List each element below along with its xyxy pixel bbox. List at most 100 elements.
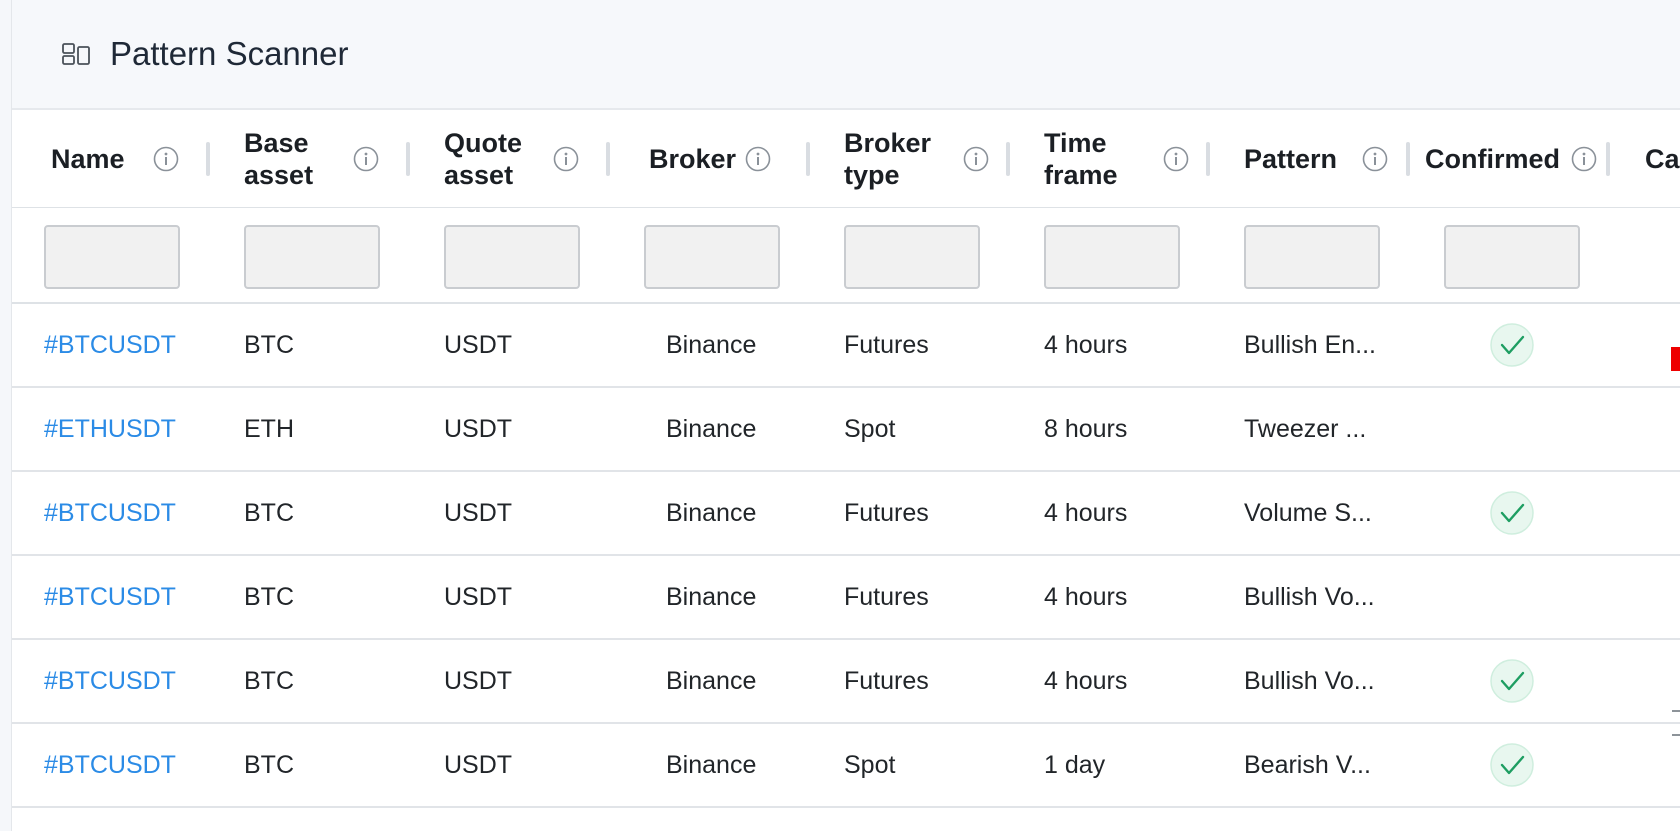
info-circle-icon[interactable] (1362, 146, 1388, 172)
column-header-quote-asset[interactable]: Quote asset (444, 110, 544, 208)
cell-broker: Binance (666, 499, 757, 527)
column-header-broker[interactable]: Broker (649, 110, 749, 208)
column-header-label: Confirmed (1425, 144, 1560, 174)
column-resize-handle[interactable] (606, 142, 610, 176)
edge-tick (1672, 734, 1680, 736)
column-header-label: Time frame (1044, 128, 1118, 190)
cell-quote-asset: USDT (444, 667, 513, 695)
column-header-broker-type[interactable]: Broker type (844, 110, 944, 208)
table-row[interactable]: #BTCUSDT BTC USDT Binance Futures 4 hours Bull… (12, 640, 1680, 724)
cell-name[interactable]: #BTCUSDT (44, 304, 176, 386)
filter-input-time-frame[interactable] (1044, 225, 1180, 289)
cell-broker-type: Futures (844, 667, 929, 695)
column-resize-handle[interactable] (1406, 142, 1410, 176)
column-header-time-frame[interactable]: Time frame (1044, 110, 1144, 208)
cell-broker-type: Futures (844, 499, 929, 527)
cell-time-frame: 4 hours (1044, 499, 1128, 527)
cell-name[interactable]: #BTCUSDT (44, 472, 176, 554)
column-resize-handle[interactable] (406, 142, 410, 176)
cell-name[interactable]: #BTCUSDT (44, 640, 176, 722)
filter-input-quote-asset[interactable] (444, 225, 580, 289)
layout-grid-icon (62, 43, 90, 65)
cell-pattern: Volume S... (1244, 499, 1372, 527)
filter-input-pattern[interactable] (1244, 225, 1380, 289)
cell-base-asset: BTC (244, 583, 294, 611)
page-left-strip (0, 0, 12, 831)
table-row[interactable]: #BTCUSDT BTC USDT Binance Futures 4 hours Bull… (12, 556, 1680, 640)
column-header-label: Broker type (844, 128, 932, 190)
column-header-label: Broker (649, 144, 737, 174)
column-header-base-asset[interactable]: Base asset (244, 110, 344, 208)
cell-broker-type: Spot (844, 415, 896, 443)
table-row[interactable]: #ETHUSDT ETH USDT Binance Spot 8 hours Tweezer… (12, 388, 1680, 472)
cell-broker: Binance (666, 415, 757, 443)
cell-quote-asset: USDT (444, 499, 513, 527)
info-circle-icon[interactable] (1163, 146, 1189, 172)
pattern-scanner-panel: Pattern Scanner Name Base asset Quote as… (12, 0, 1680, 831)
edge-indicator (1671, 347, 1680, 371)
check-badge-icon (1490, 659, 1534, 703)
cell-pattern: Bullish Vo... (1244, 667, 1375, 695)
cell-broker: Binance (666, 583, 757, 611)
filter-input-broker-type[interactable] (844, 225, 980, 289)
cell-time-frame: 1 day (1044, 751, 1106, 779)
cell-time-frame: 8 hours (1044, 415, 1128, 443)
column-resize-handle[interactable] (1206, 142, 1210, 176)
column-resize-handle[interactable] (806, 142, 810, 176)
column-header-label: Ca (1645, 144, 1680, 174)
column-resize-handle[interactable] (206, 142, 210, 176)
cell-name[interactable]: #BTCUSDT (44, 724, 176, 806)
cell-time-frame: 4 hours (1044, 583, 1128, 611)
filter-input-base-asset[interactable] (244, 225, 380, 289)
info-circle-icon[interactable] (1571, 146, 1597, 172)
cell-quote-asset: USDT (444, 751, 513, 779)
cell-time-frame: 4 hours (1044, 331, 1128, 359)
cell-quote-asset: USDT (444, 331, 513, 359)
cell-broker: Binance (666, 751, 757, 779)
column-header-label: Quote asset (444, 128, 522, 190)
info-circle-icon[interactable] (963, 146, 989, 172)
cell-quote-asset: USDT (444, 415, 513, 443)
check-badge-icon (1490, 323, 1534, 367)
cell-name[interactable]: #ETHUSDT (44, 388, 176, 470)
cell-base-asset: BTC (244, 499, 294, 527)
filter-input-broker[interactable] (644, 225, 780, 289)
cell-broker-type: Spot (844, 751, 896, 779)
cell-name[interactable]: #BTCUSDT (44, 556, 176, 638)
cell-broker-type: Futures (844, 331, 929, 359)
table-row[interactable]: #BTCUSDT BTC USDT Binance Spot 1 day Bearish V… (12, 724, 1680, 808)
cell-quote-asset: USDT (444, 583, 513, 611)
column-header-label: Name (51, 144, 125, 174)
column-header-label: Pattern (1244, 144, 1338, 174)
cell-base-asset: BTC (244, 751, 294, 779)
cell-base-asset: BTC (244, 331, 294, 359)
panel-header: Pattern Scanner (12, 0, 1680, 110)
filter-row (12, 208, 1680, 304)
filter-input-confirmed[interactable] (1444, 225, 1580, 289)
column-header-pattern[interactable]: Pattern (1244, 110, 1344, 208)
cell-broker: Binance (666, 331, 757, 359)
table-row[interactable]: #BTCUSDT BTC USDT Binance Futures 4 hours Volu… (12, 472, 1680, 556)
cell-base-asset: BTC (244, 667, 294, 695)
info-circle-icon[interactable] (553, 146, 579, 172)
filter-input-name[interactable] (44, 225, 180, 289)
cell-broker: Binance (666, 667, 757, 695)
cell-base-asset: ETH (244, 415, 294, 443)
cell-pattern: Tweezer ... (1244, 415, 1367, 443)
cell-pattern: Bearish V... (1244, 751, 1371, 779)
table-row[interactable]: #BTCUSDT BTC USDT Binance Futures 4 hours Bull… (12, 304, 1680, 388)
info-circle-icon[interactable] (353, 146, 379, 172)
info-circle-icon[interactable] (153, 146, 179, 172)
check-badge-icon (1490, 491, 1534, 535)
column-resize-handle[interactable] (1006, 142, 1010, 176)
column-resize-handle[interactable] (1606, 142, 1610, 176)
info-circle-icon[interactable] (745, 146, 771, 172)
cell-broker-type: Futures (844, 583, 929, 611)
check-badge-icon (1490, 743, 1534, 787)
grid-header: Name Base asset Quote asset Broker Broke… (12, 110, 1680, 208)
column-header-partial[interactable]: Ca (1645, 110, 1680, 208)
cell-pattern: Bullish Vo... (1244, 583, 1375, 611)
column-header-label: Base asset (244, 128, 314, 190)
edge-tick (1672, 710, 1680, 712)
column-header-confirmed[interactable]: Confirmed (1425, 110, 1575, 208)
